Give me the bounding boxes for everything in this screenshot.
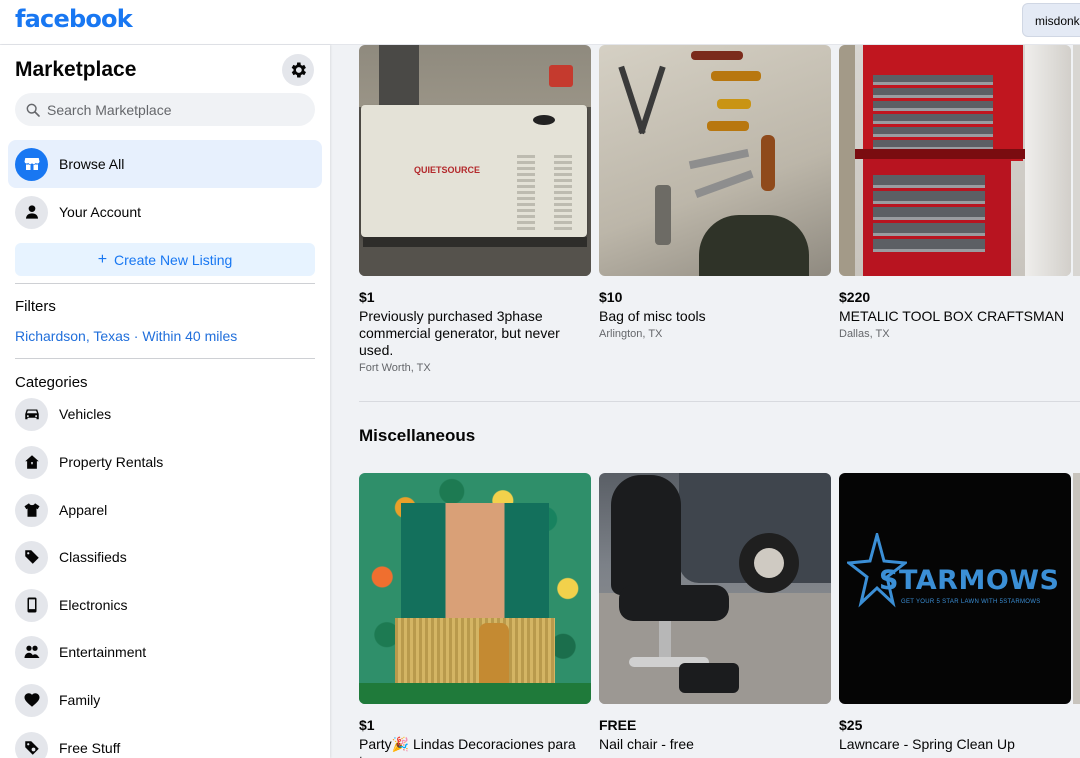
filters-heading: Filters bbox=[15, 298, 56, 315]
listing-price: $1 bbox=[359, 289, 375, 305]
listing-title: Party🎉 Lindas Decoraciones para tu bbox=[359, 736, 576, 758]
listing-price: $10 bbox=[599, 289, 623, 305]
starmows-logo-text: STARMOWS bbox=[879, 565, 1060, 596]
category-free-stuff[interactable]: Free Stuff bbox=[15, 731, 120, 758]
category-label: Electronics bbox=[59, 597, 128, 613]
listing-title: METALIC TOOL BOX CRAFTSMAN bbox=[839, 308, 1065, 324]
marketplace-search[interactable] bbox=[15, 93, 315, 126]
category-vehicles[interactable]: Vehicles bbox=[15, 397, 111, 431]
category-electronics[interactable]: Electronics bbox=[15, 588, 127, 622]
nav-label: Your Account bbox=[59, 204, 141, 220]
category-label: Property Rentals bbox=[59, 454, 164, 470]
house-icon bbox=[15, 445, 48, 479]
listings-feed: QUIETSOURCE $1 Previously purchased 3pha… bbox=[330, 45, 1080, 758]
search-icon bbox=[26, 103, 40, 117]
listing-price: FREE bbox=[599, 717, 637, 733]
facebook-logo[interactable]: facebook bbox=[15, 5, 133, 33]
create-listing-label: Create New Listing bbox=[114, 251, 233, 268]
divider bbox=[15, 358, 315, 359]
partial-card-edge bbox=[1073, 473, 1080, 704]
category-label: Classifieds bbox=[59, 549, 127, 565]
category-label: Free Stuff bbox=[59, 740, 121, 756]
phone-icon bbox=[15, 588, 48, 622]
section-title: Miscellaneous bbox=[359, 426, 476, 445]
nav-browse-all[interactable]: Browse All bbox=[8, 140, 322, 188]
listing-card[interactable]: STARMOWS GET YOUR 5 STAR LAWN WITH 5STAR… bbox=[839, 473, 1071, 753]
listing-title: Nail chair - free bbox=[599, 736, 694, 752]
listing-title: Bag of misc tools bbox=[599, 308, 706, 324]
partial-card-edge bbox=[1073, 45, 1080, 276]
tools-photo bbox=[599, 45, 831, 276]
location-filter-link[interactable]: Richardson, Texas · Within 40 miles bbox=[15, 328, 237, 344]
category-apparel[interactable]: Apparel bbox=[15, 493, 107, 527]
party-decor-photo bbox=[359, 473, 591, 704]
shirt-icon bbox=[15, 493, 48, 527]
listing-title: Previously purchased 3phase commercial g… bbox=[359, 308, 560, 358]
nav-your-account[interactable]: Your Account bbox=[8, 188, 322, 236]
top-bar: facebook misdonk bbox=[0, 0, 1080, 45]
generator-photo: QUIETSOURCE bbox=[359, 45, 591, 276]
category-label: Apparel bbox=[59, 502, 108, 518]
generator-brand-label: QUIETSOURCE bbox=[414, 165, 481, 175]
listing-card[interactable]: $10 Bag of misc tools Arlington, TX bbox=[599, 45, 831, 340]
listing-card[interactable]: $1 Party🎉 Lindas Decoraciones para tu bbox=[359, 473, 591, 758]
category-label: Family bbox=[59, 692, 101, 708]
listing-location: Arlington, TX bbox=[599, 328, 663, 340]
page-title: Marketplace bbox=[15, 58, 137, 81]
gear-icon bbox=[291, 62, 306, 78]
nail-chair-photo bbox=[599, 473, 831, 704]
category-entertainment[interactable]: Entertainment bbox=[15, 635, 146, 669]
divider bbox=[15, 283, 315, 284]
category-label: Vehicles bbox=[59, 406, 112, 422]
create-listing-button[interactable]: + Create New Listing bbox=[15, 243, 315, 276]
listing-location: Fort Worth, TX bbox=[359, 362, 431, 374]
listing-title: Lawncare - Spring Clean Up bbox=[839, 736, 1015, 752]
plus-icon: + bbox=[97, 250, 108, 268]
listing-card[interactable]: FREE Nail chair - free bbox=[599, 473, 831, 753]
toolbox-photo bbox=[839, 45, 1071, 276]
starmows-tagline: GET YOUR 5 STAR LAWN WITH 5STARMOWS bbox=[901, 599, 1041, 605]
person-icon bbox=[15, 195, 48, 229]
category-property-rentals[interactable]: Property Rentals bbox=[15, 445, 163, 479]
listing-price: $1 bbox=[359, 717, 375, 733]
nav-label: Browse All bbox=[59, 156, 125, 172]
car-icon bbox=[15, 397, 48, 431]
tag-icon bbox=[15, 540, 48, 574]
free-tag-icon bbox=[15, 731, 48, 758]
lawncare-photo: STARMOWS GET YOUR 5 STAR LAWN WITH 5STAR… bbox=[839, 473, 1071, 704]
header-search-chip[interactable]: misdonk bbox=[1022, 3, 1080, 37]
people-icon bbox=[15, 635, 48, 669]
heart-icon bbox=[15, 683, 48, 717]
sidebar: Marketplace Browse All Your Account bbox=[0, 45, 330, 758]
listing-card[interactable]: QUIETSOURCE $1 Previously purchased 3pha… bbox=[359, 45, 591, 374]
storefront-icon bbox=[15, 147, 48, 181]
listing-price: $25 bbox=[839, 717, 863, 733]
search-input[interactable] bbox=[47, 101, 287, 118]
category-family[interactable]: Family bbox=[15, 683, 100, 717]
settings-button[interactable] bbox=[282, 54, 314, 86]
category-classifieds[interactable]: Classifieds bbox=[15, 540, 127, 574]
listing-location: Dallas, TX bbox=[839, 328, 890, 340]
section-divider bbox=[359, 401, 1080, 402]
categories-heading: Categories bbox=[15, 374, 88, 391]
listing-card[interactable]: $220 METALIC TOOL BOX CRAFTSMAN Dallas, … bbox=[839, 45, 1071, 340]
category-label: Entertainment bbox=[59, 644, 147, 660]
listing-price: $220 bbox=[839, 289, 871, 305]
